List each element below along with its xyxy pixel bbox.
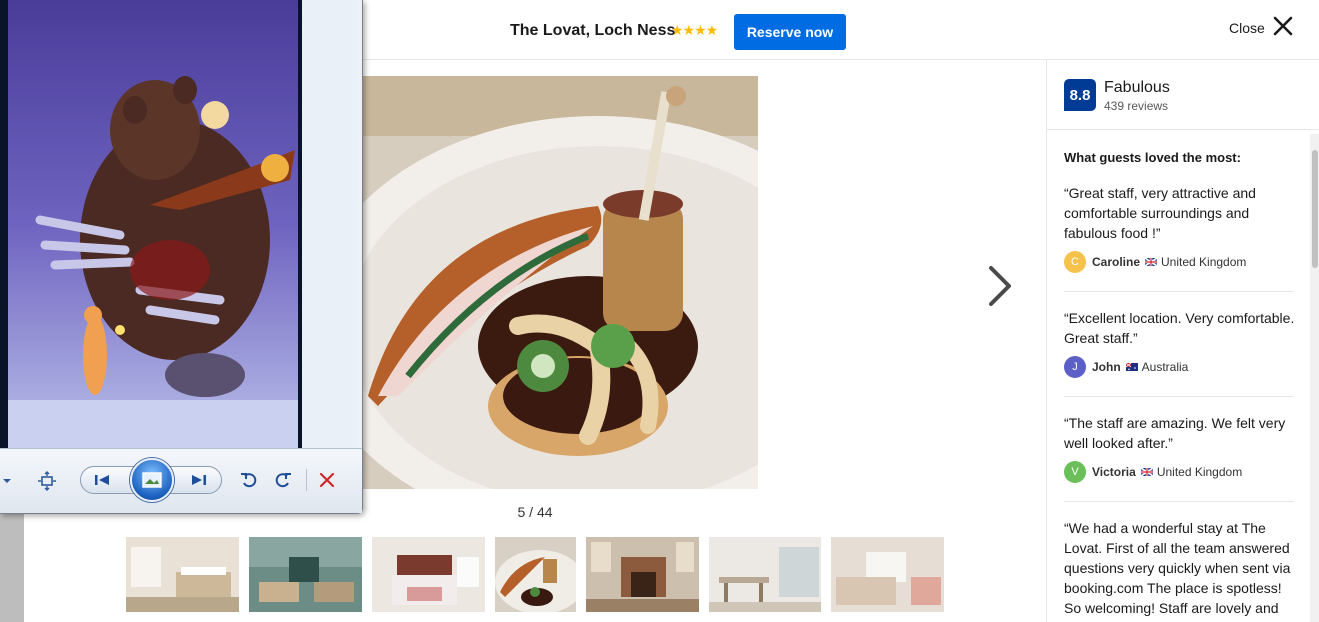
avatar: V [1064, 461, 1086, 483]
viewer-toolbar [0, 448, 362, 513]
thumbnail-dish[interactable] [495, 537, 576, 612]
next-photo-chevron-right-icon[interactable] [983, 262, 1015, 310]
star-rating: ★★★★ [671, 22, 718, 38]
close-label[interactable]: Close [1229, 20, 1265, 36]
close-icon[interactable] [1272, 15, 1294, 37]
reviewer-country: Australia [1141, 360, 1189, 374]
avatar: C [1064, 251, 1086, 273]
dropdown-arrow-icon[interactable] [2, 476, 12, 486]
previous-icon[interactable] [94, 473, 110, 487]
review-card: “The staff are amazing. We felt very wel… [1064, 413, 1296, 483]
review-divider [1064, 501, 1294, 502]
review-card: “We had a wonderful stay at The Lovat. F… [1064, 518, 1296, 618]
scrollbar-thumb[interactable] [1312, 150, 1318, 268]
thumbnail-fireplace[interactable] [586, 537, 699, 612]
dish-photo-image [358, 76, 758, 489]
viewer-artwork-image [0, 0, 302, 448]
review-text: “Excellent location. Very comfortable. G… [1064, 310, 1295, 346]
review-text: “Great staff, very attractive and comfor… [1064, 185, 1256, 241]
sidebar-scrollbar[interactable] [1310, 134, 1319, 622]
toolbar-divider [306, 469, 307, 491]
review-card: “Excellent location. Very comfortable. G… [1064, 308, 1296, 378]
thumbnail-bedroom-pink[interactable] [372, 537, 485, 612]
review-score-badge: 8.8 [1064, 79, 1096, 111]
delete-icon[interactable] [319, 472, 335, 488]
reviewer-name: Caroline [1092, 255, 1141, 269]
slideshow-icon [142, 472, 162, 488]
reserve-now-button[interactable]: Reserve now [734, 14, 846, 50]
review-count[interactable]: 439 reviews [1104, 99, 1168, 113]
rotate-clockwise-icon[interactable] [274, 471, 292, 489]
rotate-counterclockwise-icon[interactable] [240, 471, 258, 489]
actual-size-icon[interactable] [37, 471, 57, 491]
review-divider [1064, 396, 1294, 397]
rating-summary: 8.8 Fabulous 439 reviews [1047, 60, 1319, 130]
reviewer: V Victoria United Kingdom [1064, 461, 1296, 483]
next-icon[interactable] [191, 473, 207, 487]
review-score-word: Fabulous [1104, 79, 1170, 96]
australia-flag-icon [1125, 363, 1138, 371]
reviewer-country: United Kingdom [1161, 255, 1247, 269]
guests-loved-heading: What guests loved the most: [1064, 150, 1241, 165]
reviewer: J John Australia [1064, 356, 1296, 378]
thumbnail-dining-room[interactable] [709, 537, 821, 612]
review-divider [1064, 291, 1294, 292]
hotel-name: The Lovat, Loch Ness [510, 22, 676, 39]
main-photo [358, 76, 758, 489]
photo-counter: 5 / 44 [517, 504, 553, 520]
reviewer-name: John [1092, 360, 1121, 374]
thumbnail-bedroom-twin[interactable] [126, 537, 239, 612]
reviewer-name: Victoria [1092, 465, 1136, 479]
uk-flag-icon [1140, 468, 1153, 476]
slideshow-button[interactable] [130, 458, 174, 502]
thumbnail-lounge[interactable] [249, 537, 362, 612]
avatar: J [1064, 356, 1086, 378]
reviewer-country: United Kingdom [1156, 465, 1243, 479]
review-text: “We had a wonderful stay at The Lovat. F… [1064, 520, 1291, 616]
reviewer: C Caroline United Kingdom [1064, 251, 1296, 273]
thumbnail-bedroom-window[interactable] [831, 537, 944, 612]
photo-viewer-window [0, 0, 363, 514]
review-card: “Great staff, very attractive and comfor… [1064, 183, 1296, 273]
uk-flag-icon [1145, 258, 1158, 266]
review-text: “The staff are amazing. We felt very wel… [1064, 415, 1286, 451]
reviews-sidebar: 8.8 Fabulous 439 reviews What guests lov… [1046, 60, 1319, 622]
viewer-canvas [302, 0, 357, 448]
